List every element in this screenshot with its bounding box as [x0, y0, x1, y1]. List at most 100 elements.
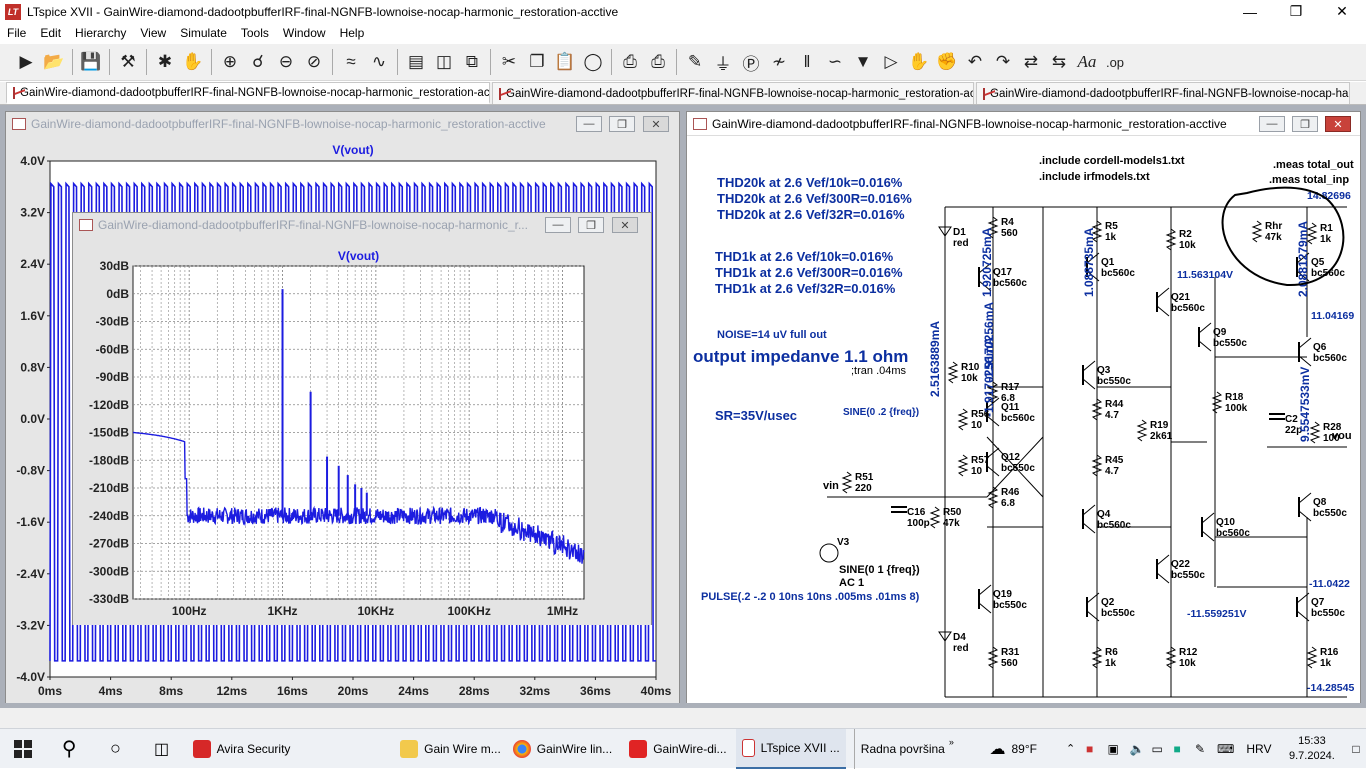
volume-icon[interactable]: 🔈 [1124, 729, 1146, 769]
cut-icon[interactable]: ✂ [495, 48, 523, 76]
menu-edit[interactable]: Edit [33, 26, 68, 40]
part-ref: R1 [1320, 223, 1333, 234]
text-icon[interactable]: Aa [1073, 48, 1101, 76]
avira-tray-icon[interactable]: ■ [1080, 729, 1101, 769]
control-panel-icon[interactable]: ⚒ [114, 48, 142, 76]
restore-button[interactable]: ❐ [1292, 116, 1318, 132]
zoom-out-icon[interactable]: ⊖ [272, 48, 300, 76]
security-icon[interactable]: ■ [1168, 729, 1189, 769]
restore-button[interactable]: ❐ [609, 116, 635, 132]
y-tick-label: -300dB [89, 564, 129, 578]
language-indicator[interactable]: HRV [1240, 729, 1277, 769]
ground-icon[interactable]: ⏚ [709, 48, 737, 76]
save-icon[interactable]: 💾 [77, 48, 105, 76]
tray-expand-icon[interactable]: ⌃ [1060, 729, 1080, 769]
drag-icon[interactable]: ✊ [933, 48, 961, 76]
move-icon[interactable]: ✋ [905, 48, 933, 76]
impedance-note: output impedanve 1.1 ohm [693, 347, 908, 366]
close-button[interactable]: ✕ [643, 116, 669, 132]
tab-waveform-1[interactable]: GainWire-diamond-dadootpbufferIRF-final-… [492, 82, 974, 104]
menu-window[interactable]: Window [276, 26, 333, 40]
menu-view[interactable]: View [133, 26, 173, 40]
minimize-button[interactable]: — [1259, 116, 1285, 132]
pan-hand-icon[interactable]: ✋ [179, 48, 207, 76]
waveform-icon [12, 118, 26, 130]
part-ref: R4 [1001, 217, 1014, 228]
taskbar-item-chrome[interactable]: GainWire lin... [507, 729, 623, 769]
schematic-canvas[interactable]: THD20k at 2.6 Vef/10k=0.016%THD20k at 2.… [687, 137, 1360, 703]
find-icon[interactable]: ◯ [579, 48, 607, 76]
clock[interactable]: 15:33 9.7.2024. [1277, 729, 1346, 769]
y-tick-label: 30dB [100, 259, 130, 273]
inductor-icon[interactable]: ∽ [821, 48, 849, 76]
net-label: vou [1332, 430, 1352, 442]
print-setup-icon[interactable]: ⎙ [644, 48, 672, 76]
taskbar-item-desktop[interactable]: Radna površina » [853, 728, 984, 769]
plot-window-fft[interactable]: GainWire-diamond-dadootpbufferIRF-final-… [72, 212, 652, 625]
cortana-icon[interactable]: ○ [92, 729, 138, 769]
open-icon[interactable]: 📂 [40, 48, 68, 76]
capacitor-icon[interactable]: ‖ [793, 48, 821, 76]
taskbar-item-avira[interactable]: Avira Security [185, 729, 394, 769]
zoom-area-icon[interactable]: ☌ [244, 48, 272, 76]
menu-tools[interactable]: Tools [234, 26, 276, 40]
taskbar-item-explorer[interactable]: Gain Wire m... [394, 729, 507, 769]
tab-schematic[interactable]: GainWire-diamond-dadootpbufferIRF-final-… [6, 82, 490, 104]
zoom-cancel-icon[interactable]: ⊘ [300, 48, 328, 76]
taskbar-item-ltspice-red[interactable]: GainWire-di... [623, 729, 736, 769]
keyboard-icon[interactable]: ⌨ [1211, 729, 1240, 769]
menu-help[interactable]: Help [333, 26, 372, 40]
rotate-icon[interactable]: ⇄ [1017, 48, 1045, 76]
fft-plot[interactable]: V(vout) 30dB 0dB -30dB -60dB -90dB -120dB -150d… [73, 238, 651, 625]
label-icon[interactable]: Ⓟ [737, 48, 765, 76]
start-button[interactable] [0, 729, 46, 769]
undo-icon[interactable]: ↶ [961, 48, 989, 76]
menu-file[interactable]: File [0, 26, 33, 40]
spice-directive-icon[interactable]: .op [1101, 48, 1129, 76]
notification-icon[interactable]: □ [1346, 729, 1366, 769]
thd1k-note: THD1k at 2.6 Vef/32R=0.016% [715, 281, 896, 296]
copy-icon[interactable]: ❐ [523, 48, 551, 76]
resistor-icon[interactable]: ≁ [765, 48, 793, 76]
component-icon[interactable]: ▷ [877, 48, 905, 76]
op-current: -1.9170256mA [982, 302, 996, 382]
redo-icon[interactable]: ↷ [989, 48, 1017, 76]
print-icon[interactable]: ⎙ [616, 48, 644, 76]
close-button[interactable]: ✕ [612, 217, 638, 233]
waveform-icon[interactable]: ∿ [365, 48, 393, 76]
maximize-button[interactable]: ❐ [1273, 0, 1319, 23]
halt-icon[interactable]: ✱ [151, 48, 179, 76]
zoom-in-icon[interactable]: ⊕ [216, 48, 244, 76]
status-bar [0, 708, 1366, 728]
taskbar-item-ltspice[interactable]: LTspice XVII ... [735, 728, 846, 769]
diode-icon[interactable]: ▼ [849, 48, 877, 76]
tab-waveform-2[interactable]: GainWire-diamond-dadootpbufferIRF-final-… [976, 82, 1350, 104]
minimize-button[interactable]: — [1227, 0, 1273, 23]
pencil-icon[interactable]: ✎ [681, 48, 709, 76]
task-view-icon[interactable]: ◫ [138, 729, 184, 769]
weather-widget[interactable]: ☁ 89°F [984, 729, 1061, 769]
clock-time: 15:33 [1298, 734, 1326, 747]
restore-button[interactable]: ❐ [578, 217, 604, 233]
mirror-icon[interactable]: ⇆ [1045, 48, 1073, 76]
cascade-icon[interactable]: ⧉ [458, 48, 486, 76]
x-tick-label: 100KHz [447, 604, 490, 618]
menu-simulate[interactable]: Simulate [173, 26, 234, 40]
close-button[interactable]: ✕ [1325, 116, 1351, 132]
paste-icon[interactable]: 📋 [551, 48, 579, 76]
tile-vertical-icon[interactable]: ◫ [430, 48, 458, 76]
run-icon[interactable]: ▶ [12, 48, 40, 76]
x-tick-label: 12ms [216, 684, 247, 698]
network-icon[interactable]: ▣ [1102, 729, 1124, 769]
minimize-button[interactable]: — [545, 217, 571, 233]
schematic-window[interactable]: GainWire-diamond-dadootpbufferIRF-final-… [686, 111, 1361, 703]
pen-icon[interactable]: ✎ [1189, 729, 1211, 769]
tile-horizontal-icon[interactable]: ▤ [402, 48, 430, 76]
window-caption-text: GainWire-diamond-dadootpbufferIRF-final-… [712, 116, 1227, 131]
search-icon[interactable]: ⚲ [46, 729, 92, 769]
autorange-icon[interactable]: ≈ [337, 48, 365, 76]
minimize-button[interactable]: — [576, 116, 602, 132]
close-button[interactable]: ✕ [1319, 0, 1365, 23]
battery-icon[interactable]: ▭ [1146, 729, 1168, 769]
menu-hierarchy[interactable]: Hierarchy [68, 26, 133, 40]
